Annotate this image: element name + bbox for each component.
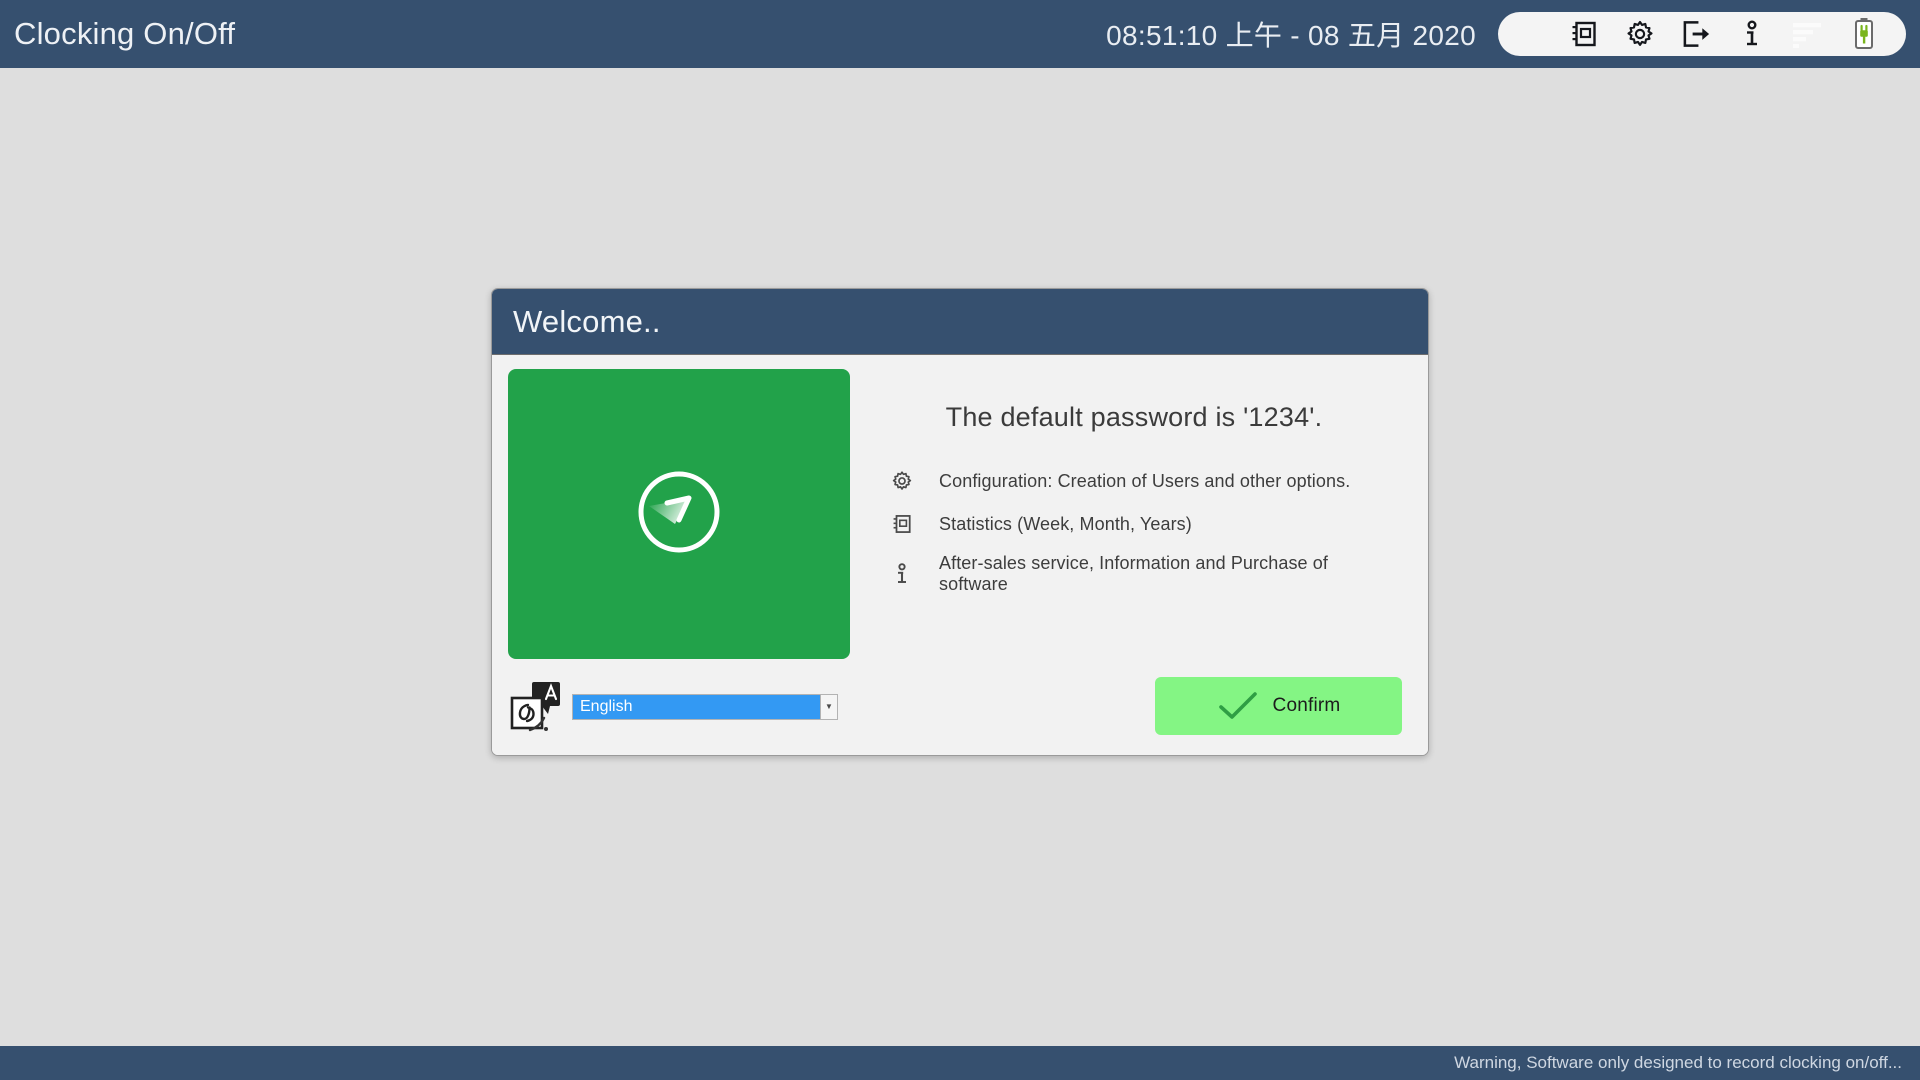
feature-label: Statistics (Week, Month, Years): [939, 513, 1192, 534]
translate-icon: [508, 678, 564, 734]
top-bar: Clocking On/Off 08:51:10 上午 - 08 五月 2020: [0, 0, 1920, 68]
feature-item-statistics: Statistics (Week, Month, Years): [886, 510, 1400, 538]
language-select[interactable]: English ▼: [572, 694, 838, 720]
app-title: Clocking On/Off: [14, 16, 236, 51]
gear-icon: [886, 470, 918, 492]
feature-label: After-sales service, Information and Pur…: [939, 553, 1328, 594]
dialog-header: Welcome..: [492, 289, 1428, 355]
language-group: English ▼: [508, 678, 838, 734]
status-bar: Warning, Software only designed to recor…: [0, 1046, 1920, 1080]
welcome-dialog: Welcome.. The default password is '1234'…: [491, 288, 1429, 756]
chevron-glyph: ▼: [825, 702, 833, 711]
dialog-body: The default password is '1234'. Configur…: [492, 355, 1428, 659]
statistics-icon: [886, 513, 918, 535]
feature-item-configuration: Configuration: Creation of Users and oth…: [886, 467, 1400, 495]
check-icon: [1218, 692, 1257, 719]
confirm-button[interactable]: Confirm: [1155, 677, 1402, 735]
status-warning-text: Warning, Software only designed to recor…: [1454, 1053, 1902, 1072]
battery-icon[interactable]: [1836, 13, 1892, 55]
dialog-footer: English ▼ Confirm: [492, 659, 1428, 755]
confirm-button-label: Confirm: [1272, 695, 1341, 716]
app-logo-panel: [508, 369, 850, 659]
feature-label: Configuration: Creation of Users and oth…: [939, 470, 1351, 491]
language-select-field[interactable]: English: [572, 694, 820, 720]
clock-display: 08:51:10 上午 - 08 五月 2020: [1106, 20, 1476, 51]
feature-list: Configuration: Creation of Users and oth…: [868, 467, 1400, 595]
exit-icon[interactable]: [1668, 13, 1724, 55]
gear-icon[interactable]: [1612, 13, 1668, 55]
chevron-down-icon[interactable]: ▼: [820, 694, 838, 720]
info-icon: [886, 562, 918, 586]
password-note: The default password is '1234'.: [945, 402, 1323, 432]
language-select-value: English: [580, 698, 633, 715]
clock-logo-icon: [631, 464, 727, 560]
statistics-icon[interactable]: [1556, 13, 1612, 55]
feature-item-after-sales: After-sales service, Information and Pur…: [886, 553, 1400, 595]
bar-chart-icon[interactable]: [1780, 13, 1836, 55]
info-panel: The default password is '1234'. Configur…: [850, 369, 1412, 659]
info-icon[interactable]: [1724, 13, 1780, 55]
toolbar: [1498, 12, 1906, 56]
dialog-title: Welcome..: [513, 303, 661, 339]
